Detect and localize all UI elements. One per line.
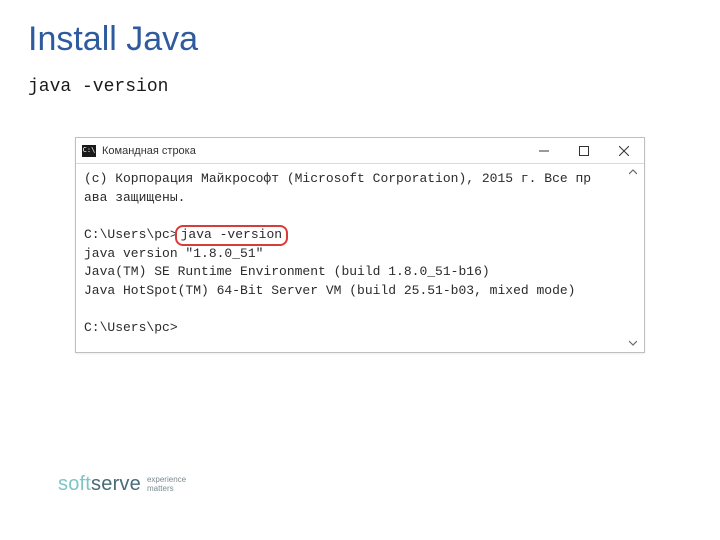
- scroll-down-button[interactable]: [625, 335, 641, 351]
- slide-title: Install Java: [28, 20, 692, 59]
- terminal-line: C:\Users\pc>java -version: [84, 226, 636, 245]
- close-button[interactable]: [604, 138, 644, 164]
- chevron-down-icon: [629, 339, 637, 347]
- maximize-button[interactable]: [564, 138, 604, 164]
- logo-tagline: experience matters: [147, 476, 186, 494]
- window-titlebar: C:\ Командная строка: [76, 138, 644, 164]
- scroll-up-button[interactable]: [625, 164, 641, 180]
- cmd-icon-text: C:\: [83, 147, 96, 154]
- terminal-line: ава защищены.: [84, 189, 636, 208]
- logo-part-soft: soft: [58, 473, 91, 495]
- terminal-body: (с) Корпорация Майкрософт (Microsoft Cor…: [76, 164, 644, 352]
- slide-subtitle: java -version: [28, 77, 692, 97]
- tagline-line2: matters: [147, 485, 186, 494]
- prompt-prefix: C:\Users\pc>: [84, 227, 178, 242]
- logo-text: softserve: [58, 473, 141, 496]
- terminal-line: C:\Users\pc>: [84, 319, 636, 338]
- minimize-button[interactable]: [524, 138, 564, 164]
- highlighted-command: java -version: [178, 226, 285, 245]
- footer-logo: softserve experience matters: [58, 473, 186, 496]
- logo-part-serve: serve: [91, 473, 141, 495]
- terminal-blank-line: [84, 208, 636, 226]
- command-text: java -version: [181, 227, 282, 242]
- terminal-line: Java(TM) SE Runtime Environment (build 1…: [84, 263, 636, 282]
- maximize-icon: [579, 146, 589, 156]
- terminal-line: Java HotSpot(TM) 64-Bit Server VM (build…: [84, 282, 636, 301]
- terminal-line: java version "1.8.0_51": [84, 245, 636, 264]
- chevron-up-icon: [629, 168, 637, 176]
- command-prompt-window: C:\ Командная строка (: [75, 137, 645, 353]
- terminal-blank-line: [84, 301, 636, 319]
- cmd-icon: C:\: [82, 145, 96, 157]
- minimize-icon: [539, 146, 549, 156]
- window-controls: [524, 138, 644, 164]
- terminal-line: (с) Корпорация Майкрософт (Microsoft Cor…: [84, 170, 636, 189]
- close-icon: [619, 146, 629, 156]
- window-title: Командная строка: [102, 145, 524, 157]
